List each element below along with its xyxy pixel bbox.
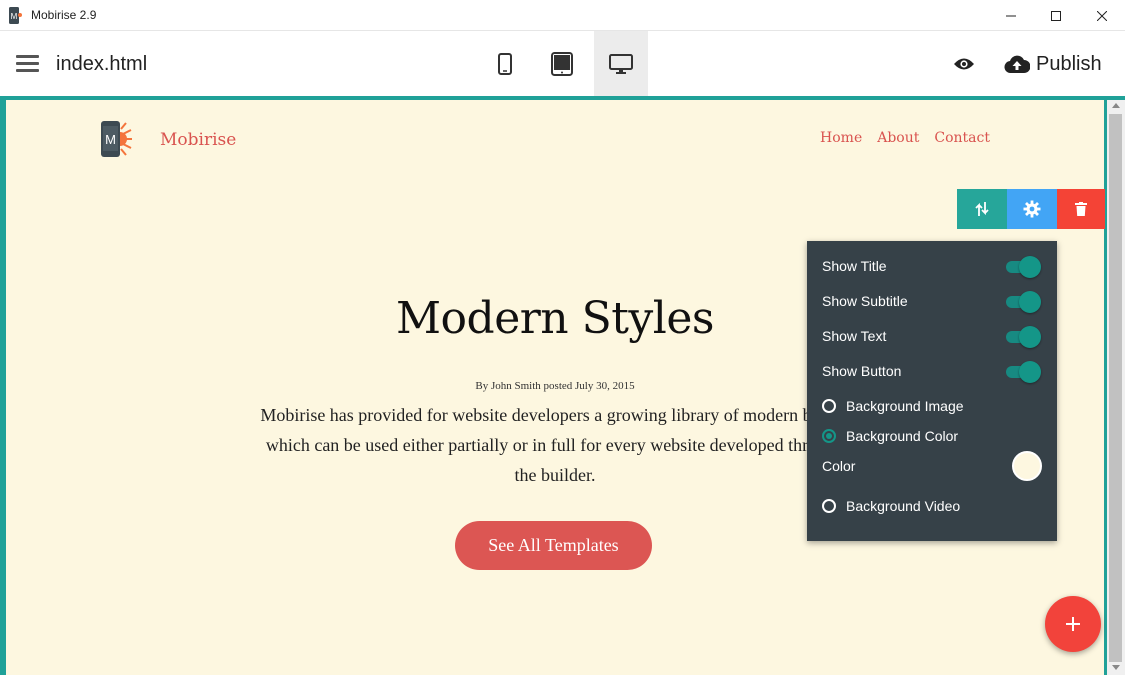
mobirise-logo: M <box>101 121 132 157</box>
show-button-label: Show Button <box>822 363 902 379</box>
background-color-label: Background Color <box>846 428 959 444</box>
nav-link-about[interactable]: About <box>877 130 919 146</box>
nav-link-contact[interactable]: Contact <box>934 130 990 146</box>
move-arrows-icon <box>975 202 989 216</box>
background-image-label: Background Image <box>846 398 964 414</box>
background-image-option[interactable]: Background Image <box>822 394 1042 418</box>
minimize-icon <box>1006 15 1016 16</box>
phone-icon <box>498 52 512 75</box>
mobirise-app-icon: M <box>9 7 22 24</box>
show-title-label: Show Title <box>822 258 887 274</box>
cloud-upload-icon <box>1004 55 1030 73</box>
nav-link-home[interactable]: Home <box>820 130 862 146</box>
hero-text[interactable]: Mobirise has provided for website develo… <box>256 400 854 490</box>
color-label: Color <box>822 458 856 474</box>
tablet-view-button[interactable] <box>535 31 589 96</box>
show-subtitle-toggle[interactable] <box>1006 291 1041 313</box>
minimize-button[interactable] <box>988 0 1034 31</box>
add-block-button[interactable] <box>1045 596 1101 652</box>
site-brand[interactable]: Mobirise <box>160 130 236 150</box>
window-title: Mobirise 2.9 <box>31 8 97 22</box>
preview-button[interactable] <box>946 49 982 79</box>
show-subtitle-row[interactable]: Show Subtitle <box>822 289 1042 313</box>
close-icon <box>1097 10 1107 21</box>
background-video-label: Background Video <box>846 498 961 514</box>
color-row: Color <box>822 451 1042 481</box>
publish-button[interactable]: Publish <box>1004 49 1102 79</box>
scroll-down-arrow-icon[interactable] <box>1112 665 1120 670</box>
background-video-radio[interactable] <box>822 499 836 513</box>
gear-icon <box>1023 200 1041 218</box>
page-filename: index.html <box>56 53 148 75</box>
background-color-option[interactable]: Background Color <box>822 424 1042 448</box>
show-button-row[interactable]: Show Button <box>822 359 1042 383</box>
background-image-radio[interactable] <box>822 399 836 413</box>
show-button-toggle[interactable] <box>1006 361 1041 383</box>
desktop-view-button[interactable] <box>594 31 648 96</box>
maximize-button[interactable] <box>1033 0 1079 31</box>
close-button[interactable] <box>1079 0 1125 31</box>
block-settings-button[interactable] <box>1007 189 1057 229</box>
move-block-button[interactable] <box>957 189 1007 229</box>
plus-icon <box>1066 617 1080 631</box>
show-text-label: Show Text <box>822 328 887 344</box>
publish-label: Publish <box>1036 52 1102 75</box>
eye-icon <box>954 58 974 70</box>
svg-text:M: M <box>11 12 18 21</box>
window-titlebar: M Mobirise 2.9 <box>0 0 1125 31</box>
canvas-scrollbar[interactable] <box>1107 100 1125 675</box>
show-text-row[interactable]: Show Text <box>822 324 1042 348</box>
scroll-up-arrow-icon[interactable] <box>1112 103 1120 108</box>
color-swatch[interactable] <box>1012 451 1042 481</box>
site-nav: Home About Contact <box>820 130 990 146</box>
show-title-toggle[interactable] <box>1006 256 1041 278</box>
scrollbar-thumb[interactable] <box>1109 114 1122 662</box>
show-subtitle-label: Show Subtitle <box>822 293 908 309</box>
maximize-icon <box>1051 10 1061 21</box>
tablet-icon <box>551 51 573 76</box>
background-color-radio[interactable] <box>822 429 836 443</box>
delete-block-button[interactable] <box>1057 189 1105 229</box>
show-title-row[interactable]: Show Title <box>822 254 1042 278</box>
see-all-templates-button[interactable]: See All Templates <box>455 521 652 570</box>
background-video-option[interactable]: Background Video <box>822 494 1042 518</box>
hamburger-icon[interactable] <box>16 55 39 73</box>
show-text-toggle[interactable] <box>1006 326 1041 348</box>
block-settings-panel: Show Title Show Subtitle Show Text Show … <box>807 241 1057 541</box>
desktop-icon <box>609 53 633 74</box>
trash-icon <box>1075 202 1087 216</box>
editor-toolbar: index.html Publish <box>0 31 1125 96</box>
mobile-view-button[interactable] <box>478 31 532 96</box>
svg-text:M: M <box>105 132 116 147</box>
